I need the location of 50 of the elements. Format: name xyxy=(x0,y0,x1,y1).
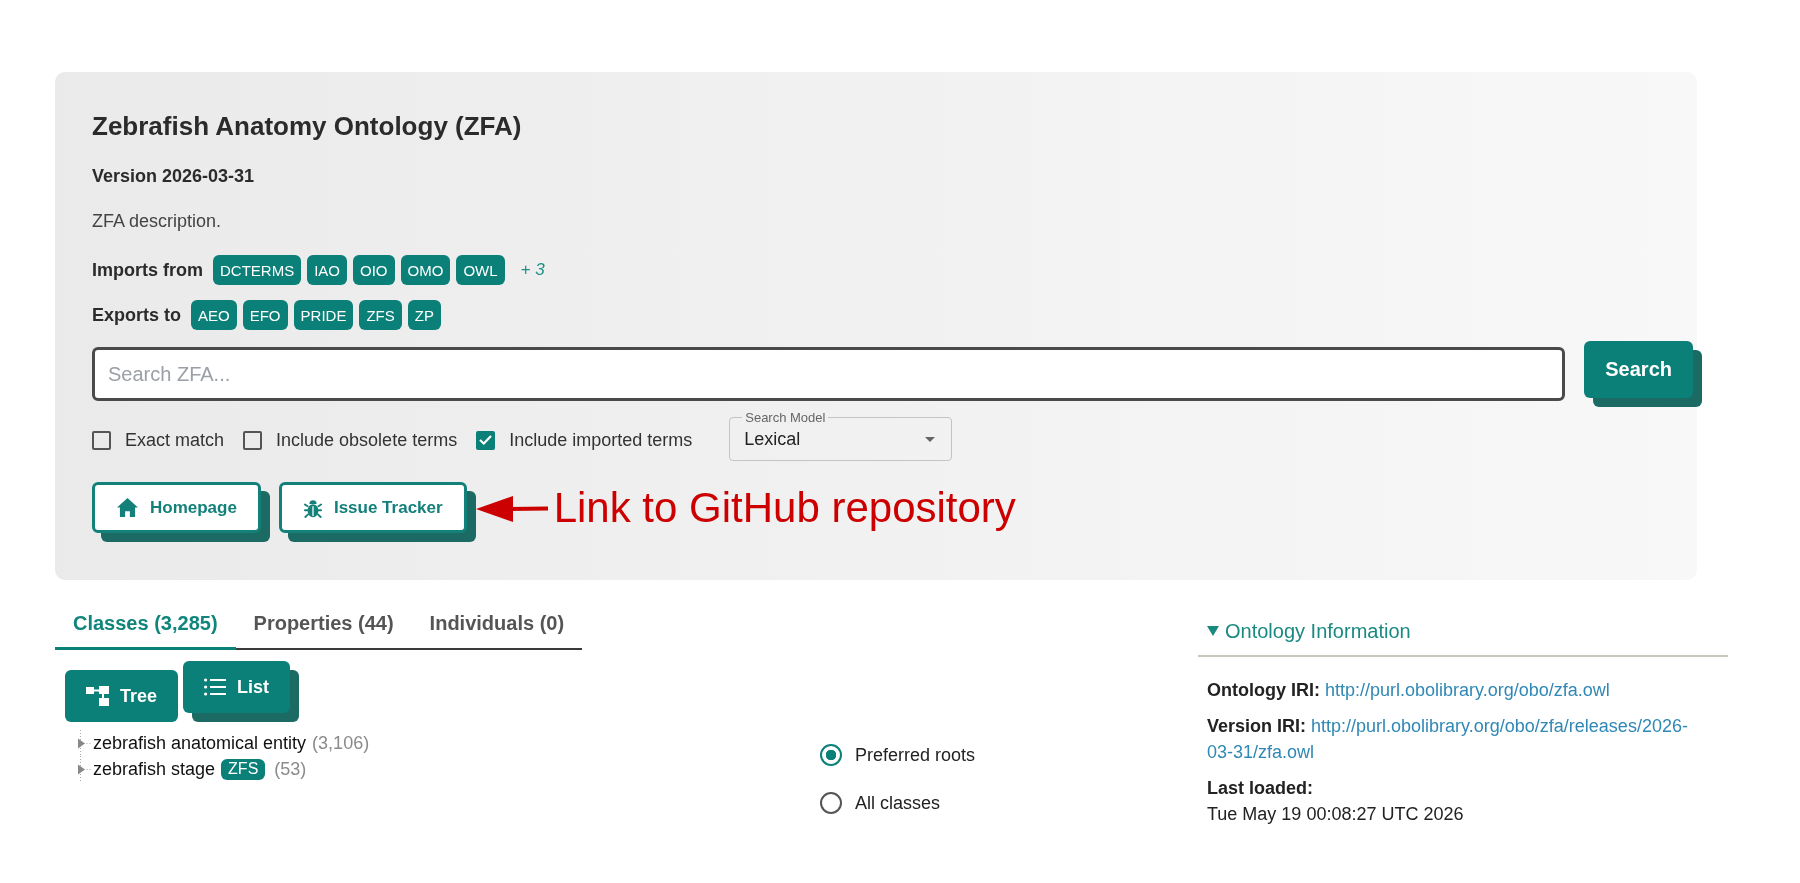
checkbox[interactable] xyxy=(476,430,496,450)
search-field[interactable]: Search ZFA... xyxy=(92,347,1566,401)
import-tag[interactable]: OWL xyxy=(456,255,505,285)
home-icon xyxy=(117,498,138,517)
export-tag[interactable]: ZFS xyxy=(359,300,402,330)
export-tag[interactable]: ZP xyxy=(407,300,441,330)
radio-button[interactable] xyxy=(820,792,842,814)
imports-label: Imports from xyxy=(92,259,203,281)
ontology-tag[interactable]: ZFS xyxy=(221,758,266,780)
tree-item-count: (3,106) xyxy=(312,732,370,754)
more-imports-link[interactable]: + 3 xyxy=(520,260,545,280)
checkmark-icon xyxy=(479,435,493,445)
ontology-info-toggle[interactable]: Ontology Information xyxy=(1207,619,1411,643)
checkbox-label[interactable]: Include obsolete terms xyxy=(276,429,458,451)
import-tag[interactable]: OMO xyxy=(400,255,451,285)
search-model-select[interactable]: Search Model Lexical xyxy=(729,410,953,461)
export-tag[interactable]: EFO xyxy=(242,300,288,330)
iri-field: Ontology IRI: http://purl.obolibrary.org/obo/zfa.owl xyxy=(1207,677,1610,703)
checkbox-label[interactable]: Include imported terms xyxy=(509,429,693,451)
tab[interactable]: Individuals (0) xyxy=(411,598,583,650)
checkbox-label[interactable]: Exact match xyxy=(125,429,225,451)
import-tag[interactable]: OIO xyxy=(353,255,395,285)
ontology-title: Zebrafish Anatomy Ontology (ZFA) xyxy=(92,110,523,142)
exports-label: Exports to xyxy=(92,304,181,326)
import-tag[interactable]: IAO xyxy=(307,255,348,285)
import-tag[interactable]: DCTERMS xyxy=(213,255,302,285)
annotation-label: Link to GitHub repository xyxy=(553,484,1016,532)
tree-toggle-icon[interactable] xyxy=(77,756,92,782)
tree-item-count: (53) xyxy=(274,758,307,780)
tree-toggle-icon[interactable] xyxy=(77,730,92,756)
tab[interactable]: Classes (3,285) xyxy=(55,598,236,650)
export-tag[interactable]: PRIDE xyxy=(293,300,354,330)
caret-icon xyxy=(925,436,936,442)
info-value: Tue May 19 00:08:27 UTC 2026 xyxy=(1207,803,1464,826)
radio-button[interactable] xyxy=(820,744,842,766)
iri-field: Version IRI: http://purl.obolibrary.org/obo/zfa/releases/2026-03-31/zfa.owl xyxy=(1207,713,1703,765)
export-tag[interactable]: AEO xyxy=(191,300,237,330)
version-label: Version 2026-03-31 xyxy=(92,165,256,188)
tab[interactable]: Properties (44) xyxy=(235,598,412,650)
ontology-description: ZFA description. xyxy=(92,210,223,233)
bug-icon xyxy=(303,497,322,518)
info-label: Last loaded: xyxy=(1207,777,1314,800)
list-icon xyxy=(204,678,227,696)
checkbox[interactable] xyxy=(92,430,111,450)
tree-item-label[interactable]: zebrafish anatomical entity xyxy=(93,732,307,754)
hierarchy-icon xyxy=(86,686,109,706)
radio-label[interactable]: Preferred roots xyxy=(855,744,976,766)
tree-item-label[interactable]: zebrafish stage xyxy=(93,758,216,780)
radio-label[interactable]: All classes xyxy=(855,792,941,814)
checkbox[interactable] xyxy=(243,430,263,450)
